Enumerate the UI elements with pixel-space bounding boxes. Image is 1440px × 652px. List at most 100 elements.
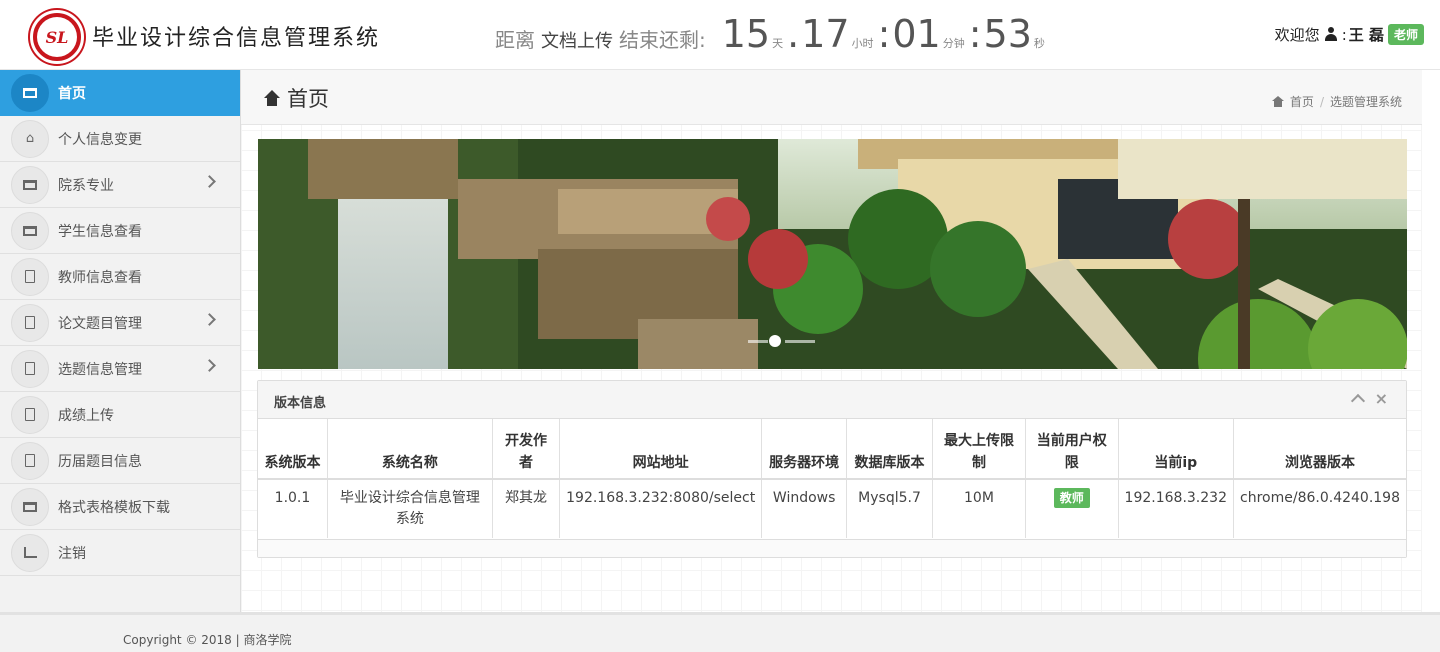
sidebar-item-label: 格式表格模板下载 [58, 499, 170, 516]
countdown-minutes-unit: 分钟 [942, 37, 965, 50]
cell-database: Mysql5.7 [846, 479, 933, 538]
column-header: 网站地址 [559, 419, 763, 480]
sidebar-item-selection[interactable]: 选题信息管理 [0, 346, 240, 392]
sidebar-item-home[interactable]: 首页 [0, 70, 240, 116]
file-icon [11, 395, 49, 434]
countdown-task: 文档上传 [541, 31, 613, 52]
sidebar-item-label: 成绩上传 [58, 407, 114, 424]
cell-ip: 192.168.3.232 [1118, 479, 1235, 538]
countdown-separator: : [877, 12, 891, 56]
sidebar-item-history[interactable]: 历届题目信息 [0, 438, 240, 484]
page-title-text: 首页 [287, 87, 329, 111]
column-header: 开发作者 [492, 419, 561, 480]
cell-max-upload: 10M [932, 479, 1027, 538]
file-icon [11, 349, 49, 388]
sidebar-item-label: 教师信息查看 [58, 269, 142, 286]
sidebar-item-topics[interactable]: 论文题目管理 [0, 300, 240, 346]
version-table: 系统版本 系统名称 开发作者 网站地址 服务器环境 数据库版本 最大上传限制 当… [258, 419, 1406, 538]
logo-text: SL [37, 17, 77, 57]
breadcrumb-home[interactable]: 首页 [1290, 93, 1314, 110]
file-icon [11, 303, 49, 342]
system-title: 毕业设计综合信息管理系统 [92, 26, 381, 51]
cell-author: 郑其龙 [492, 479, 561, 538]
chevron-right-icon [203, 175, 216, 188]
countdown-hours: 17 [801, 12, 850, 56]
role-badge: 老师 [1387, 24, 1424, 45]
carousel-indicator[interactable] [785, 340, 815, 343]
banner-image [258, 139, 1407, 369]
user-icon [1324, 27, 1338, 42]
column-header: 系统版本 [258, 419, 328, 480]
breadcrumb: 首页 / 选题管理系统 [1271, 93, 1402, 110]
welcome-colon: : [1341, 25, 1347, 44]
sidebar-item-label: 论文题目管理 [58, 315, 142, 332]
page-header: 首页 首页 / 选题管理系统 [241, 70, 1422, 125]
sidebar-item-label: 注销 [58, 545, 86, 562]
column-header: 当前用户权限 [1025, 419, 1119, 480]
countdown-prefix: 距离 [495, 28, 535, 52]
breadcrumb-current: 选题管理系统 [1329, 95, 1402, 109]
sidebar-item-label: 学生信息查看 [58, 223, 142, 240]
sidebar-item-label: 个人信息变更 [58, 131, 142, 148]
page-title: 首页 [263, 83, 329, 113]
sidebar-item-label: 首页 [58, 86, 86, 102]
countdown-seconds: 53 [983, 12, 1032, 56]
version-info-panel: 版本信息 × 系统版本 系统名称 开发作者 网站地址 服务器环境 数据库版本 最… [257, 380, 1407, 558]
cell-version: 1.0.1 [258, 479, 328, 538]
sidebar-item-templates[interactable]: 格式表格模板下载 [0, 484, 240, 530]
countdown-minutes: 01 [892, 12, 941, 56]
top-header: SL 毕业设计综合信息管理系统 距离 文档上传 结束还剩: 15 天 . 17 … [0, 0, 1440, 70]
countdown-separator: . [787, 12, 800, 56]
user-welcome[interactable]: 欢迎您 : 王 磊 老师 [1275, 24, 1424, 45]
collapse-icon[interactable] [1350, 393, 1365, 409]
column-header: 数据库版本 [846, 419, 933, 480]
home-icon [263, 90, 281, 106]
panel-header: 版本信息 × [258, 381, 1406, 419]
column-header: 浏览器版本 [1233, 419, 1406, 480]
sidebar-item-students[interactable]: 学生信息查看 [0, 208, 240, 254]
home-icon [1271, 96, 1284, 107]
breadcrumb-separator: / [1319, 94, 1324, 109]
column-header: 系统名称 [327, 419, 493, 480]
table-icon [11, 487, 49, 526]
carousel-indicator[interactable] [748, 340, 768, 343]
countdown-suffix: 结束还剩: [619, 28, 706, 52]
sidebar-item-profile[interactable]: ⌂ 个人信息变更 [0, 116, 240, 162]
countdown-days-unit: 天 [772, 37, 784, 50]
sidebar-nav: 首页 ⌂ 个人信息变更 院系专业 学生信息查看 教师信息查看 论文题目管理 选题… [0, 70, 241, 612]
table-header-row: 系统版本 系统名称 开发作者 网站地址 服务器环境 数据库版本 最大上传限制 当… [258, 419, 1406, 480]
chevron-right-icon [203, 359, 216, 372]
close-icon[interactable]: × [1375, 390, 1388, 408]
countdown-days: 15 [721, 12, 771, 56]
permission-badge: 教师 [1053, 488, 1090, 508]
carousel-indicator-active[interactable] [769, 335, 781, 347]
home-icon: ⌂ [11, 119, 49, 158]
chart-icon [11, 533, 49, 572]
table-row: 1.0.1 毕业设计综合信息管理系统 郑其龙 192.168.3.232:808… [258, 479, 1406, 538]
username: 王 磊 [1348, 26, 1384, 44]
copyright-text: Copyright © 2018 | 商洛学院 [123, 633, 292, 647]
sidebar-item-logout[interactable]: 注销 [0, 530, 240, 576]
sidebar-item-label: 院系专业 [58, 177, 114, 194]
page-footer: Copyright © 2018 | 商洛学院 [0, 612, 1440, 652]
chevron-right-icon [203, 313, 216, 326]
deadline-countdown: 距离 文档上传 结束还剩: 15 天 . 17 小时 : 01 分钟 : 53 … [495, 12, 1047, 56]
sidebar-item-departments[interactable]: 院系专业 [0, 162, 240, 208]
panel-tools: × [1350, 390, 1388, 409]
campus-banner-carousel[interactable] [258, 139, 1407, 369]
file-icon [11, 257, 49, 296]
main-content: 首页 首页 / 选题管理系统 版本信息 × 系统版本 系统名称 开发作者 网站地… [241, 70, 1422, 612]
cell-system-name: 毕业设计综合信息管理系统 [327, 479, 493, 538]
panel-footer [258, 539, 1406, 557]
countdown-separator: : [968, 12, 982, 56]
column-header: 当前ip [1118, 419, 1235, 480]
cell-server: Windows [761, 479, 848, 538]
column-header: 服务器环境 [761, 419, 848, 480]
sidebar-item-label: 选题信息管理 [58, 361, 142, 378]
table-icon [11, 165, 49, 204]
table-icon [11, 211, 49, 250]
sidebar-item-grades[interactable]: 成绩上传 [0, 392, 240, 438]
file-icon [11, 441, 49, 480]
sidebar-item-teachers[interactable]: 教师信息查看 [0, 254, 240, 300]
sidebar-item-label: 历届题目信息 [58, 453, 142, 470]
